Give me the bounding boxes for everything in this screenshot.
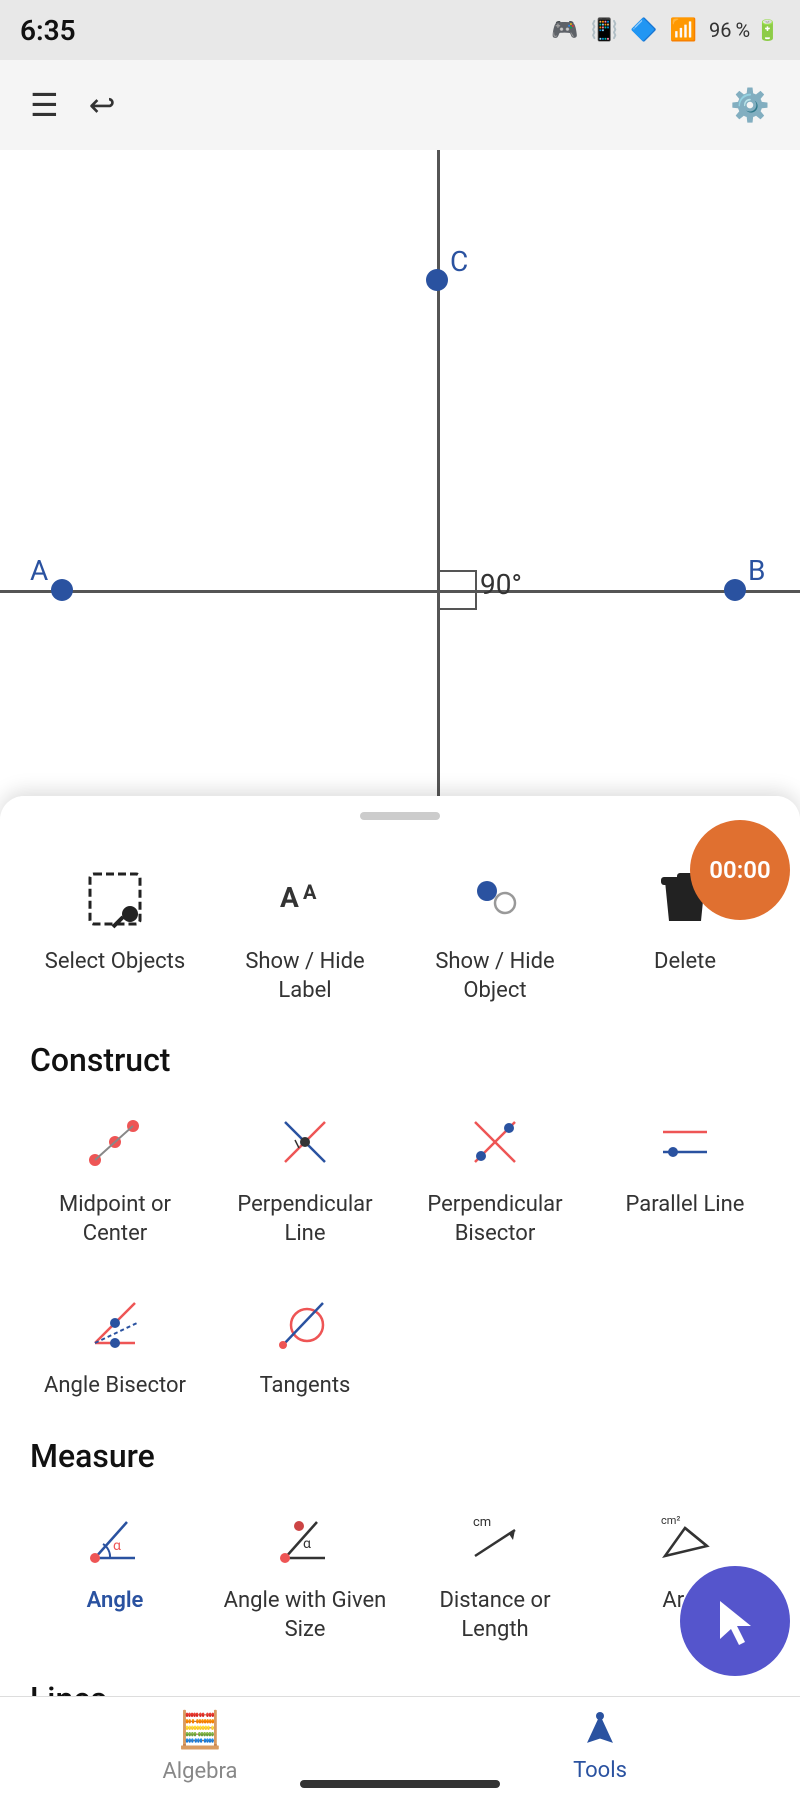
- cursor-icon: [705, 1591, 765, 1651]
- point-a[interactable]: [51, 579, 73, 601]
- angle-bisector-label: Angle Bisector: [44, 1372, 186, 1401]
- midpoint-center-icon: [80, 1107, 150, 1177]
- parallel-line-label: Parallel Line: [626, 1191, 745, 1220]
- distance-length-icon: cm: [460, 1503, 530, 1573]
- measure-section-title: Measure: [0, 1421, 800, 1483]
- tangents-icon: [270, 1288, 340, 1358]
- timer-button[interactable]: 00:00: [690, 820, 790, 920]
- tool-select-objects[interactable]: Select Objects: [20, 844, 210, 1025]
- area-icon: cm²: [650, 1503, 720, 1573]
- show-hide-object-icon: [460, 864, 530, 934]
- tool-perpendicular-line[interactable]: Perpendicular Line: [210, 1087, 400, 1268]
- status-icons: 🎮 📳 🔷 📶 96% 🔋: [551, 18, 780, 43]
- tool-show-hide-label[interactable]: A A Show / Hide Label: [210, 844, 400, 1025]
- point-b[interactable]: [724, 579, 746, 601]
- angle-given-size-icon: α: [270, 1503, 340, 1573]
- tools-nav-icon: [580, 1710, 620, 1750]
- status-bar: 6:35 🎮 📳 🔷 📶 96% 🔋: [0, 0, 800, 60]
- svg-text:cm²: cm²: [661, 1514, 680, 1527]
- show-hide-object-label: Show / Hide Object: [410, 948, 580, 1005]
- tool-show-hide-object[interactable]: Show / Hide Object: [400, 844, 590, 1025]
- svg-text:A: A: [303, 880, 317, 904]
- toolbar: ☰ ↩ ⚙️: [0, 60, 800, 150]
- label-b: B: [748, 554, 765, 587]
- angle-indicator: [437, 570, 477, 610]
- construct-section-title: Construct: [0, 1025, 800, 1087]
- tool-angle[interactable]: α Angle: [20, 1483, 210, 1664]
- tools-nav-label: Tools: [573, 1758, 627, 1783]
- signal-icon: 📶: [670, 18, 697, 43]
- svg-text:α: α: [303, 1536, 311, 1552]
- home-indicator: [300, 1780, 500, 1788]
- cursor-button[interactable]: [680, 1566, 790, 1676]
- algebra-nav-icon: 🧮: [178, 1709, 223, 1751]
- angle-value: 90°: [480, 568, 522, 601]
- construct-tools-grid: Midpoint or Center Perpendicular Line: [0, 1087, 800, 1421]
- tool-midpoint-center[interactable]: Midpoint or Center: [20, 1087, 210, 1268]
- panel-handle[interactable]: [360, 812, 440, 820]
- basic-tools-grid: Select Objects A A Show / Hide Label Sho…: [0, 844, 800, 1025]
- tool-angle-bisector[interactable]: Angle Bisector: [20, 1268, 210, 1421]
- angle-icon: α: [80, 1503, 150, 1573]
- settings-button[interactable]: ⚙️: [730, 86, 770, 124]
- point-c[interactable]: [426, 269, 448, 291]
- toolbar-left: ☰ ↩: [30, 86, 116, 124]
- parallel-line-icon: [650, 1107, 720, 1177]
- vibrate-icon: 📳: [591, 18, 618, 43]
- svg-text:α: α: [113, 1538, 121, 1554]
- tool-perpendicular-bisector[interactable]: Perpendicular Bisector: [400, 1087, 590, 1268]
- battery-percent: 96: [709, 18, 731, 42]
- tool-angle-given-size[interactable]: α Angle with Given Size: [210, 1483, 400, 1664]
- measure-tools-grid: α Angle α Angle with Given Size: [0, 1483, 800, 1664]
- undo-button[interactable]: ↩: [89, 86, 116, 124]
- tool-parallel-line[interactable]: Parallel Line: [590, 1087, 780, 1268]
- select-objects-icon: [80, 864, 150, 934]
- timer-label: 00:00: [709, 856, 770, 884]
- tool-distance-length[interactable]: cm Distance or Length: [400, 1483, 590, 1664]
- tool-tangents[interactable]: Tangents: [210, 1268, 400, 1421]
- algebra-nav-label: Algebra: [162, 1759, 237, 1784]
- distance-length-label: Distance or Length: [410, 1587, 580, 1644]
- menu-button[interactable]: ☰: [30, 86, 59, 124]
- app-notification-icon: 🎮: [551, 18, 578, 43]
- angle-given-size-label: Angle with Given Size: [220, 1587, 390, 1644]
- select-objects-label: Select Objects: [45, 948, 185, 977]
- angle-label: Angle: [87, 1587, 144, 1616]
- bluetooth-icon: 🔷: [630, 18, 657, 43]
- label-a: A: [30, 554, 48, 587]
- status-time: 6:35: [20, 14, 76, 47]
- svg-text:A: A: [280, 881, 299, 914]
- tangents-label: Tangents: [260, 1372, 351, 1401]
- perpendicular-line-label: Perpendicular Line: [220, 1191, 390, 1248]
- perpendicular-bisector-label: Perpendicular Bisector: [410, 1191, 580, 1248]
- svg-text:cm: cm: [473, 1515, 491, 1530]
- perpendicular-bisector-icon: [460, 1107, 530, 1177]
- label-c: C: [450, 245, 468, 278]
- angle-bisector-icon: [80, 1288, 150, 1358]
- horizontal-line: [0, 590, 800, 593]
- show-hide-label-label: Show / Hide Label: [220, 948, 390, 1005]
- show-hide-label-icon: A A: [270, 864, 340, 934]
- bottom-panel: Select Objects A A Show / Hide Label Sho…: [0, 796, 800, 1796]
- midpoint-center-label: Midpoint or Center: [30, 1191, 200, 1248]
- battery-icon: 96% 🔋: [709, 18, 780, 42]
- delete-label: Delete: [654, 948, 716, 977]
- perpendicular-line-icon: [270, 1107, 340, 1177]
